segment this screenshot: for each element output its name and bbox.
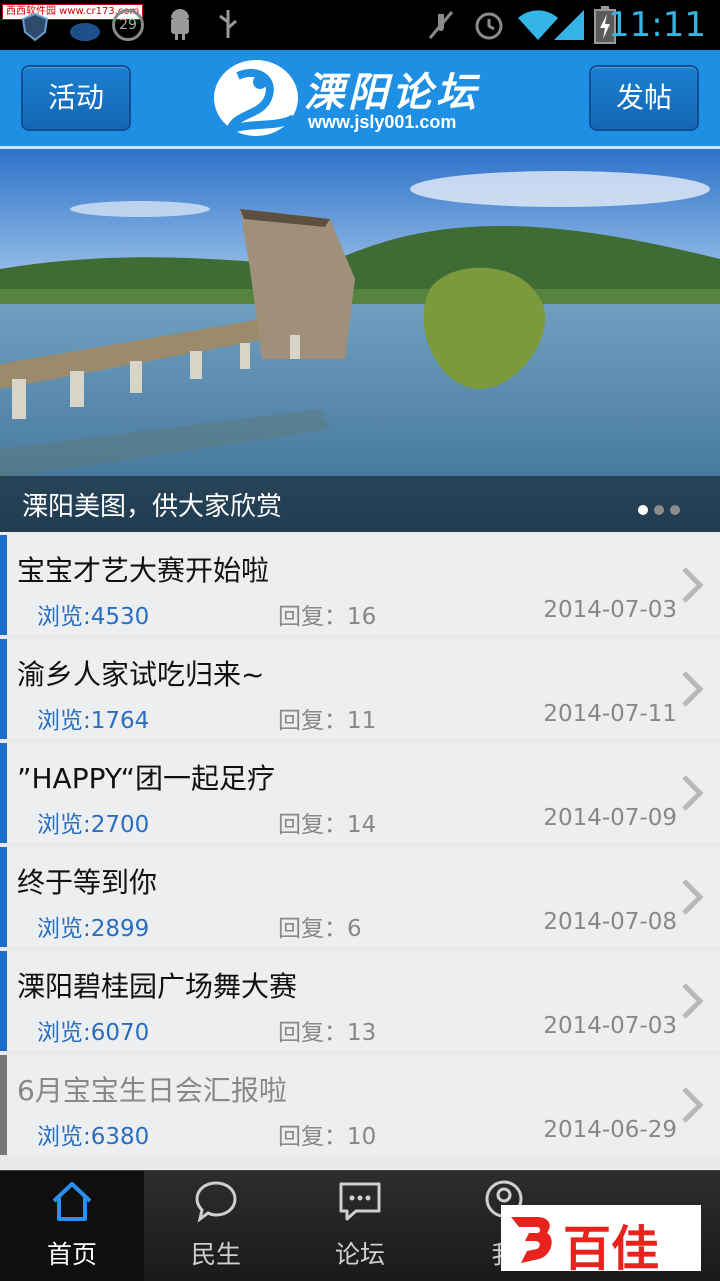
banner-photo bbox=[0, 149, 720, 532]
brand-watermark: 百佳 bbox=[501, 1205, 701, 1277]
thread-item[interactable]: ”HAPPY“团一起足疗 浏览:2700 回复：14 2014-07-09 bbox=[0, 743, 720, 843]
brand-text: 百佳 bbox=[563, 1221, 660, 1277]
thread-item[interactable]: 渝乡人家试吃归来~ 浏览:1764 回复：11 2014-07-11 bbox=[0, 639, 720, 739]
chevron-right-icon bbox=[682, 775, 704, 811]
usb-icon bbox=[219, 10, 237, 38]
thread-date: 2014-07-03 bbox=[543, 1013, 677, 1039]
thread-replies: 回复：11 bbox=[278, 708, 377, 734]
thread-date: 2014-07-08 bbox=[543, 909, 677, 935]
page-dot bbox=[654, 505, 664, 515]
thread-title: ”HAPPY“团一起足疗 bbox=[17, 762, 275, 795]
thread-views: 浏览:1764 bbox=[37, 708, 150, 734]
android-icon bbox=[171, 9, 189, 40]
thread-item[interactable]: 溧阳碧桂园广场舞大赛 浏览:6070 回复：13 2014-07-03 bbox=[0, 951, 720, 1051]
thread-replies: 回复：16 bbox=[278, 604, 377, 630]
chevron-right-icon bbox=[682, 567, 704, 603]
status-bar: 西西软件园 www.cr173.com 29 11:11 bbox=[0, 0, 720, 50]
tab-livelihood[interactable]: 民生 bbox=[144, 1171, 288, 1281]
thread-title: 溧阳碧桂园广场舞大赛 bbox=[17, 970, 298, 1003]
home-icon bbox=[52, 1182, 92, 1221]
thread-list: 宝宝才艺大赛开始啦 浏览:4530 回复：16 2014-07-03 渝乡人家试… bbox=[0, 535, 720, 1159]
chevron-right-icon bbox=[682, 671, 704, 707]
brand-logo-icon bbox=[511, 1217, 552, 1263]
thread-views: 浏览:6070 bbox=[37, 1020, 150, 1046]
thread-replies: 回复：10 bbox=[278, 1124, 377, 1150]
cloud-icon bbox=[70, 23, 100, 41]
new-post-button[interactable]: 发帖 bbox=[589, 65, 699, 131]
tab-home[interactable]: 首页 bbox=[0, 1171, 144, 1281]
tab-label: 民生 bbox=[190, 1240, 241, 1269]
activity-button[interactable]: 活动 bbox=[21, 65, 131, 131]
thread-views: 浏览:2700 bbox=[37, 812, 150, 838]
thread-item[interactable]: 宝宝才艺大赛开始啦 浏览:4530 回复：16 2014-07-03 bbox=[0, 535, 720, 635]
thread-date: 2014-06-29 bbox=[543, 1117, 677, 1143]
chevron-right-icon bbox=[682, 1087, 704, 1123]
logo-title: 溧阳论坛 bbox=[304, 69, 480, 116]
logo-url: www.jsly001.com bbox=[308, 112, 457, 132]
thread-replies: 回复：13 bbox=[278, 1020, 377, 1046]
thread-title: 渝乡人家试吃归来~ bbox=[17, 658, 265, 691]
thread-views: 浏览:4530 bbox=[37, 604, 150, 630]
page-dot-active bbox=[638, 505, 648, 515]
shield-icon bbox=[21, 12, 49, 42]
forum-icon bbox=[339, 1182, 381, 1221]
tab-label: 论坛 bbox=[334, 1240, 385, 1269]
thread-date: 2014-07-09 bbox=[543, 805, 677, 831]
thread-item[interactable]: 6月宝宝生日会汇报啦 浏览:6380 回复：10 2014-06-29 bbox=[0, 1055, 720, 1155]
app-header: 活动 溧阳论坛 www.jsly001.com 发帖 bbox=[0, 50, 720, 149]
tab-label: 首页 bbox=[46, 1240, 97, 1269]
tab-forum[interactable]: 论坛 bbox=[288, 1171, 432, 1281]
banner-page-indicator bbox=[632, 500, 680, 519]
thread-date: 2014-07-11 bbox=[543, 701, 677, 727]
page-dot bbox=[670, 505, 680, 515]
banner-caption: 溧阳美图，供大家欣赏 bbox=[22, 492, 283, 522]
thread-title: 终于等到你 bbox=[17, 866, 158, 899]
logo-mark-icon bbox=[214, 60, 298, 138]
thread-item[interactable]: 终于等到你 浏览:2899 回复：6 2014-07-08 bbox=[0, 847, 720, 947]
thread-title: 宝宝才艺大赛开始啦 bbox=[17, 554, 270, 587]
thread-replies: 回复：6 bbox=[278, 916, 362, 942]
chat-bubble-icon bbox=[195, 1181, 237, 1223]
alarm-icon bbox=[475, 12, 503, 40]
chevron-right-icon bbox=[682, 983, 704, 1019]
chevron-right-icon bbox=[682, 879, 704, 915]
mute-icon bbox=[428, 11, 454, 39]
thread-views: 浏览:6380 bbox=[37, 1124, 150, 1150]
notification-count-badge: 29 bbox=[112, 9, 144, 41]
thread-replies: 回复：14 bbox=[278, 812, 377, 838]
thread-date: 2014-07-03 bbox=[543, 597, 677, 623]
thread-title: 6月宝宝生日会汇报啦 bbox=[17, 1074, 287, 1107]
clock-time: 11:11 bbox=[608, 5, 706, 45]
forum-logo: 溧阳论坛 www.jsly001.com bbox=[208, 56, 518, 142]
banner-caption-bar: 溧阳美图，供大家欣赏 bbox=[0, 476, 720, 532]
signal-icon bbox=[554, 10, 584, 40]
thread-views: 浏览:2899 bbox=[37, 916, 150, 942]
featured-banner[interactable]: 溧阳美图，供大家欣赏 bbox=[0, 149, 720, 532]
